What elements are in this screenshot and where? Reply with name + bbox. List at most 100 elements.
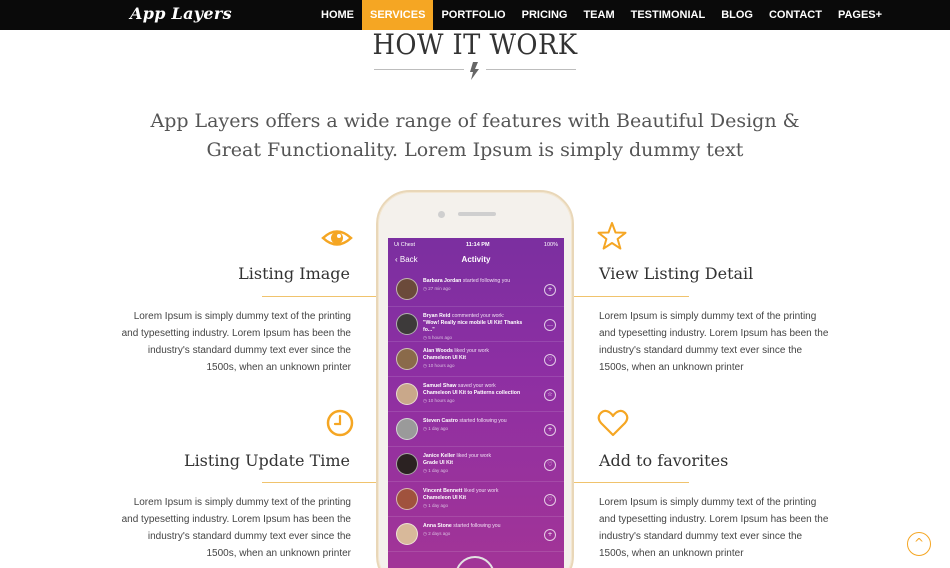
avatar [396, 418, 418, 440]
phone-screen: Ui Chest 11:14 PM 100% ‹ Back Activity B… [388, 238, 564, 568]
activity-time-text: 1 day ago [428, 426, 448, 431]
title-divider-right [486, 69, 576, 70]
activity-user-name: Vincent Bennett [423, 488, 463, 494]
plus-icon: + [875, 9, 883, 21]
activity-action-button[interactable]: + [544, 529, 556, 541]
activity-action: commented your work: [451, 313, 505, 319]
brand-logo[interactable]: App Layers [130, 4, 232, 23]
activity-action: started following you [453, 523, 501, 529]
connector-line-left-bottom [262, 482, 388, 483]
activity-user-name: Samuel Shaw [423, 383, 457, 389]
connector-line-right-top [565, 296, 689, 297]
activity-action-button[interactable]: ♡ [544, 354, 556, 366]
activity-user-name: Bryan Reid [423, 313, 451, 319]
avatar [396, 488, 418, 510]
star-icon [597, 222, 627, 250]
nav-pages-label: PAGES [837, 9, 876, 21]
activity-time: ◷ 1 day ago [423, 503, 448, 508]
activity-action: saved your work [457, 383, 496, 389]
connector-line-left-top [262, 296, 388, 297]
activity-item[interactable]: Anna Stone started following you ◷ 2 days… [388, 517, 564, 552]
avatar [396, 348, 418, 370]
activity-user-name: Alan Woods [423, 348, 453, 354]
activity-action: liked your work [463, 488, 499, 494]
status-time: 11:14 PM [466, 242, 490, 248]
activity-time: ◷ 1 day ago [423, 468, 448, 473]
activity-action: liked your work [456, 453, 492, 459]
phone-speaker [458, 212, 496, 216]
nav-portfolio[interactable]: PORTFOLIO [433, 0, 513, 30]
clock-icon [326, 409, 354, 437]
activity-time-text: 1 day ago [428, 468, 448, 473]
nav-team[interactable]: TEAM [575, 0, 622, 30]
avatar [396, 278, 418, 300]
activity-time-text: 5 hours ago [428, 335, 452, 340]
status-carrier: Ui Chest [394, 242, 416, 248]
activity-item[interactable]: Janice Keller liked your work Grade UI Ki… [388, 447, 564, 482]
activity-item[interactable]: Vincent Bennett liked your work Chameleon… [388, 482, 564, 517]
activity-time: ◷ 10 hours ago [423, 363, 454, 368]
activity-user-name: Steven Castro [423, 418, 458, 424]
heart-icon [597, 409, 629, 437]
activity-action-button[interactable]: ♡ [544, 494, 556, 506]
activity-time-text: 27 min ago [428, 286, 451, 291]
activity-text: Janice Keller liked your work Grade UI Ki… [423, 453, 535, 475]
activity-text: Vincent Bennett liked your work Chameleon… [423, 488, 535, 510]
activity-time: ◷ 1 day ago [423, 426, 448, 431]
activity-item[interactable]: Alan Woods liked your work Chameleon UI K… [388, 342, 564, 377]
section-lead-text: App Layers offers a wide range of featur… [150, 110, 800, 161]
activity-item[interactable]: Samuel Shaw saved your work Chameleon UI … [388, 377, 564, 412]
activity-text: Samuel Shaw saved your work Chameleon UI … [423, 383, 535, 405]
chevron-up-icon: ^ [913, 536, 925, 550]
connector-line-right-bottom [565, 482, 689, 483]
activity-text: Steven Castro started following you ◷ 1 d… [423, 418, 535, 433]
activity-item[interactable]: Barbara Jordan started following you ◷ 27… [388, 272, 564, 307]
nav-blog[interactable]: BLOG [713, 0, 761, 30]
screen-title: Activity [461, 255, 491, 264]
avatar [396, 313, 418, 335]
activity-detail: Chameleon UI Kit to Patterns collection [423, 390, 521, 396]
activity-action-button[interactable]: + [544, 284, 556, 296]
activity-user-name: Anna Stone [423, 523, 452, 529]
scroll-to-top-button[interactable]: ^ [907, 532, 931, 556]
feature-text-listing-update-time: Lorem Ipsum is simply dummy text of the … [121, 497, 351, 559]
nav-contact[interactable]: CONTACT [761, 0, 830, 30]
activity-time-text: 1 day ago [428, 503, 448, 508]
activity-text: Alan Woods liked your work Chameleon UI K… [423, 348, 535, 370]
activity-detail: Chameleon UI Kit [423, 355, 466, 361]
app-bar: ‹ Back Activity [388, 252, 564, 270]
feature-text-view-listing-detail: Lorem Ipsum is simply dummy text of the … [599, 311, 829, 373]
feature-title-listing-update-time: Listing Update Time [183, 451, 350, 470]
feature-title-view-listing-detail: View Listing Detail [599, 264, 754, 283]
activity-item[interactable]: Bryan Reid commented your work: "Wow! Rea… [388, 307, 564, 342]
activity-detail: Grade UI Kit [423, 460, 453, 466]
nav-pages[interactable]: PAGES+ [830, 0, 890, 30]
nav-services[interactable]: SERVICES [362, 0, 434, 30]
phone-camera [438, 211, 445, 218]
activity-detail: Chameleon UI Kit [423, 495, 466, 501]
nav-testimonial[interactable]: TESTIMONIAL [623, 0, 714, 30]
activity-action-button[interactable]: ☆ [544, 389, 556, 401]
main-nav: HOME SERVICES PORTFOLIO PRICING TEAM TES… [313, 0, 890, 30]
activity-action: liked your work [454, 348, 489, 354]
title-divider-left [374, 69, 464, 70]
nav-pricing[interactable]: PRICING [514, 0, 576, 30]
activity-item[interactable]: Steven Castro started following you ◷ 1 d… [388, 412, 564, 447]
nav-home[interactable]: HOME [313, 0, 362, 30]
activity-time: ◷ 27 min ago [423, 286, 450, 291]
activity-user-name: Barbara Jordan [423, 278, 462, 284]
activity-action: started following you [462, 278, 511, 284]
activity-action-button[interactable]: … [544, 319, 556, 331]
avatar [396, 523, 418, 545]
activity-time: ◷ 2 days ago [423, 531, 450, 536]
activity-text: Bryan Reid commented your work: "Wow! Rea… [423, 313, 535, 342]
activity-action-button[interactable]: + [544, 424, 556, 436]
activity-time: ◷ 5 hours ago [423, 335, 452, 340]
lightning-bolt-icon [470, 62, 479, 80]
activity-time-text: 10 hours ago [428, 398, 455, 403]
activity-time-text: 2 days ago [428, 531, 451, 536]
feature-title-listing-image: Listing Image [238, 264, 350, 283]
top-navbar: App Layers HOME SERVICES PORTFOLIO PRICI… [0, 0, 950, 30]
activity-action-button[interactable]: ♡ [544, 459, 556, 471]
avatar [396, 383, 418, 405]
